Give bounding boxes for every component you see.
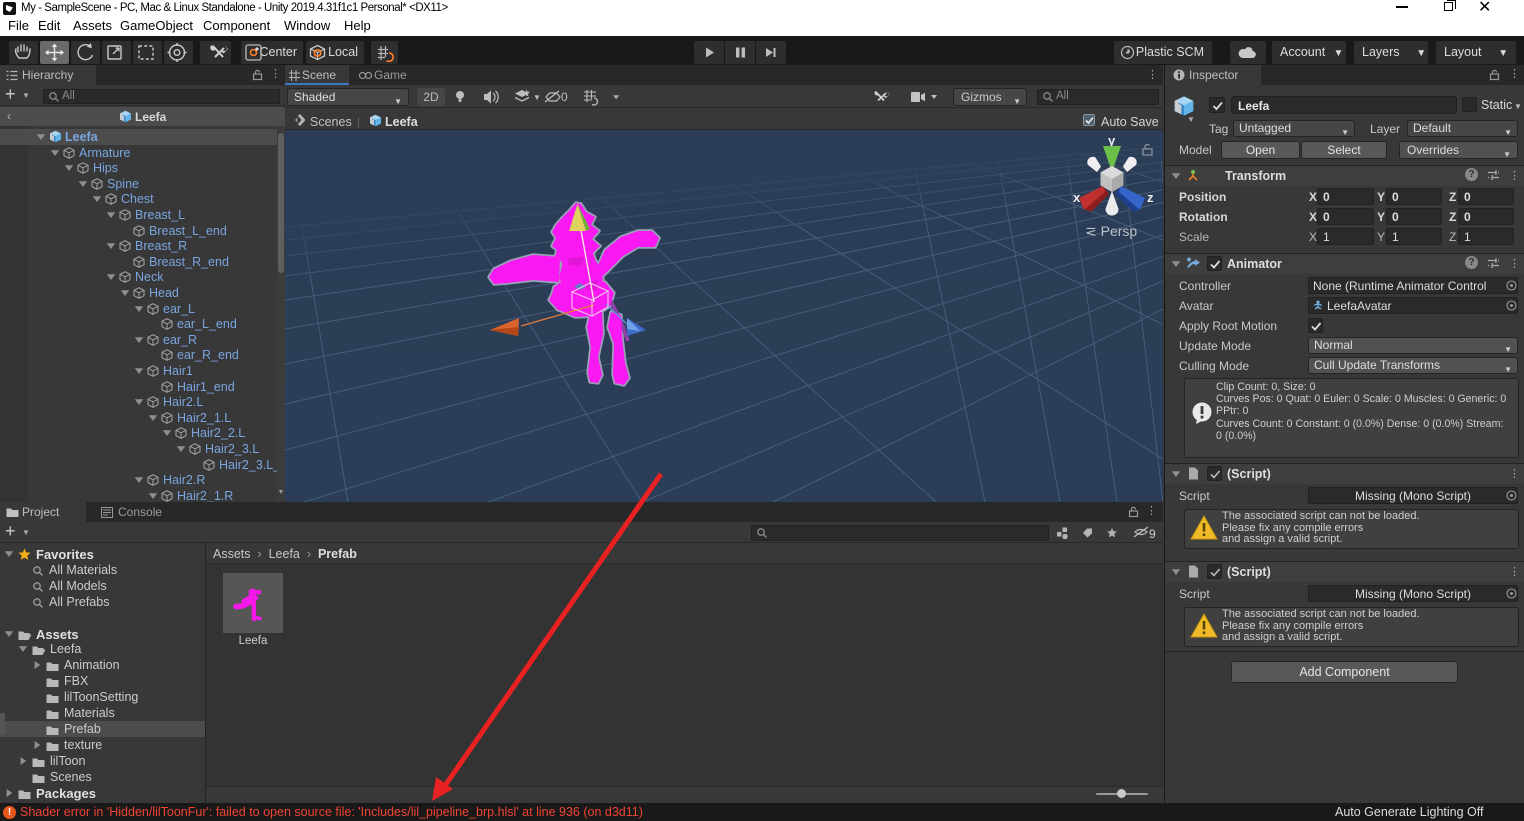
svg-text:z: z [1147,190,1154,205]
svg-text:0: 0 [561,90,568,104]
svg-text:y: y [1108,133,1116,148]
svg-text:⋜ Persp: ⋜ Persp [1085,223,1137,239]
svg-text:x: x [1073,190,1081,205]
